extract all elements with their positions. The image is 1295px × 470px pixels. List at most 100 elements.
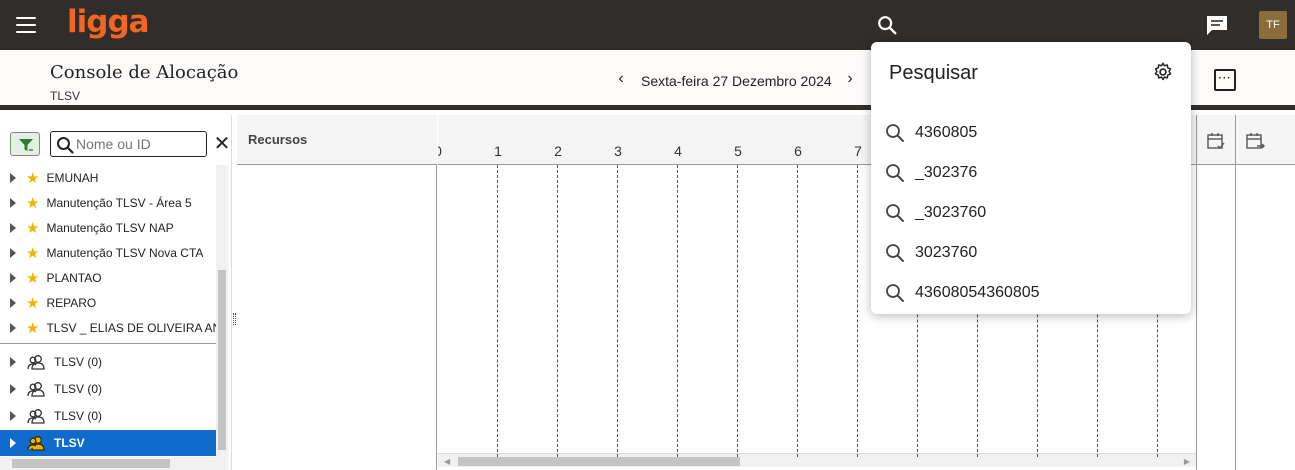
expand-icon[interactable]	[10, 222, 16, 233]
panel-resize-handle[interactable]	[233, 313, 236, 325]
calendar-check-icon[interactable]	[1206, 131, 1226, 151]
search-icon	[886, 244, 904, 262]
resource-search-field[interactable]	[50, 131, 207, 157]
hour-gridline	[797, 165, 798, 457]
column-divider	[1235, 115, 1236, 470]
app-logo[interactable]: ligga	[67, 4, 150, 40]
scrollbar-thumb[interactable]	[12, 459, 170, 468]
expand-icon[interactable]	[10, 322, 16, 333]
group-icon	[27, 409, 45, 424]
tree-group-item[interactable]: TLSV (0)	[0, 376, 216, 402]
scrollbar-thumb[interactable]	[218, 270, 226, 450]
star-icon: ★	[26, 319, 40, 337]
search-suggestion-text: 4360805	[915, 124, 978, 141]
tree-favorite-item[interactable]: ★ TLSV _ ELIAS DE OLIVEIRA AN	[0, 315, 216, 340]
more-options-button[interactable]: ···	[1214, 69, 1236, 91]
search-suggestion-text: 43608054360805	[915, 284, 1040, 301]
expand-icon[interactable]	[10, 357, 16, 367]
hour-tick-label: 0	[438, 143, 448, 159]
resource-tree-panel: ✕ ★ EMUNAH ★ Manutenção TLSV - Área 5 ★ Manut…	[0, 115, 232, 470]
expand-icon[interactable]	[10, 411, 16, 421]
search-popup: Pesquisar 4360805 _302376 _3023760 3023760 4…	[871, 42, 1191, 314]
chat-icon[interactable]	[1205, 13, 1229, 37]
star-icon: ★	[26, 194, 40, 212]
hour-tick-label: 2	[554, 143, 562, 159]
hour-tick-label: 7	[854, 143, 862, 159]
tree-group-item[interactable]: TLSV (0)	[0, 403, 216, 429]
tree-vertical-scrollbar[interactable]	[216, 165, 228, 457]
tree-item-label: REPARO	[46, 295, 97, 310]
resources-header: Recursos	[237, 115, 437, 165]
ellipsis-icon: ···	[1218, 73, 1232, 84]
tree-favorite-item[interactable]: ★ PLANTAO	[0, 265, 216, 290]
scroll-left-icon[interactable]: ◀	[444, 457, 450, 466]
star-icon: ★	[26, 294, 40, 312]
hour-gridline	[617, 165, 618, 457]
tree-horizontal-scrollbar[interactable]	[0, 457, 228, 470]
search-icon[interactable]	[876, 14, 898, 36]
clear-search-button[interactable]: ✕	[213, 133, 231, 155]
search-icon	[886, 164, 904, 182]
group-icon	[27, 382, 45, 397]
filter-icon	[19, 139, 33, 151]
tree-item-label: Manutenção TLSV - Área 5	[46, 195, 192, 210]
tree-favorite-item[interactable]: ★ Manutenção TLSV Nova CTA	[0, 240, 216, 265]
tree-group-item[interactable]: TLSV (0)	[0, 349, 216, 375]
star-icon: ★	[26, 219, 40, 237]
resource-search-input[interactable]	[76, 135, 204, 153]
search-suggestion-text: 3023760	[915, 244, 978, 261]
tree-divider	[0, 343, 216, 344]
tree-item-label: TLSV (0)	[54, 382, 103, 396]
hour-gridline	[737, 165, 738, 457]
page-title: Console de Alocação	[50, 62, 239, 83]
expand-icon[interactable]	[10, 384, 16, 394]
search-icon	[886, 204, 904, 222]
search-suggestion-text: _3023760	[915, 204, 987, 221]
next-day-button[interactable]: ›	[843, 70, 857, 90]
tree-item-label: Manutenção TLSV NAP	[46, 220, 174, 235]
scrollbar-thumb[interactable]	[458, 457, 740, 466]
timeline-horizontal-scrollbar[interactable]: ◀ ▶	[438, 453, 1196, 467]
hour-tick-label: 5	[734, 143, 742, 159]
user-avatar[interactable]: TF	[1259, 11, 1287, 39]
search-popup-title: Pesquisar	[889, 62, 978, 84]
expand-icon[interactable]	[10, 272, 16, 283]
resource-tree: ★ EMUNAH ★ Manutenção TLSV - Área 5 ★ Manuten…	[0, 165, 216, 460]
right-tools-columns	[1196, 115, 1295, 470]
tree-item-label: TLSV _ ELIAS DE OLIVEIRA AN	[46, 320, 216, 335]
expand-icon[interactable]	[10, 297, 16, 308]
date-label[interactable]: Sexta-feira 27 Dezembro 2024	[641, 73, 832, 89]
tree-item-label: EMUNAH	[46, 170, 99, 185]
search-suggestion[interactable]: _3023760	[871, 193, 1191, 233]
tree-group-item[interactable]: TLSV	[0, 430, 216, 456]
search-suggestion[interactable]: 4360805	[871, 113, 1191, 153]
expand-icon[interactable]	[10, 247, 16, 258]
tree-favorite-item[interactable]: ★ Manutenção TLSV - Área 5	[0, 190, 216, 215]
search-icon	[886, 124, 904, 142]
search-suggestion[interactable]: _302376	[871, 153, 1191, 193]
star-icon: ★	[26, 269, 40, 287]
hour-gridline	[677, 165, 678, 457]
star-icon: ★	[26, 244, 40, 262]
resources-header-label: Recursos	[248, 132, 308, 147]
tree-favorite-item[interactable]: ★ Manutenção TLSV NAP	[0, 215, 216, 240]
expand-icon[interactable]	[10, 438, 16, 448]
menu-icon[interactable]	[16, 17, 36, 33]
settings-gear-icon[interactable]	[1152, 61, 1174, 83]
previous-day-button[interactable]: ‹	[614, 70, 628, 90]
tree-favorite-item[interactable]: ★ EMUNAH	[0, 165, 216, 190]
scroll-right-icon[interactable]: ▶	[1184, 457, 1190, 466]
hour-tick-label: 4	[674, 143, 682, 159]
star-icon: ★	[26, 169, 40, 187]
search-suggestion[interactable]: 43608054360805	[871, 273, 1191, 313]
tree-item-label: TLSV	[54, 436, 85, 450]
tree-item-label: TLSV (0)	[54, 355, 103, 369]
search-suggestion[interactable]: 3023760	[871, 233, 1191, 273]
tree-favorite-item[interactable]: ★ REPARO	[0, 290, 216, 315]
expand-icon[interactable]	[10, 197, 16, 208]
tree-item-label: Manutenção TLSV Nova CTA	[46, 245, 204, 260]
filter-button[interactable]	[10, 132, 40, 156]
group-icon	[27, 355, 45, 370]
expand-icon[interactable]	[10, 172, 16, 183]
calendar-move-icon[interactable]	[1245, 131, 1265, 151]
